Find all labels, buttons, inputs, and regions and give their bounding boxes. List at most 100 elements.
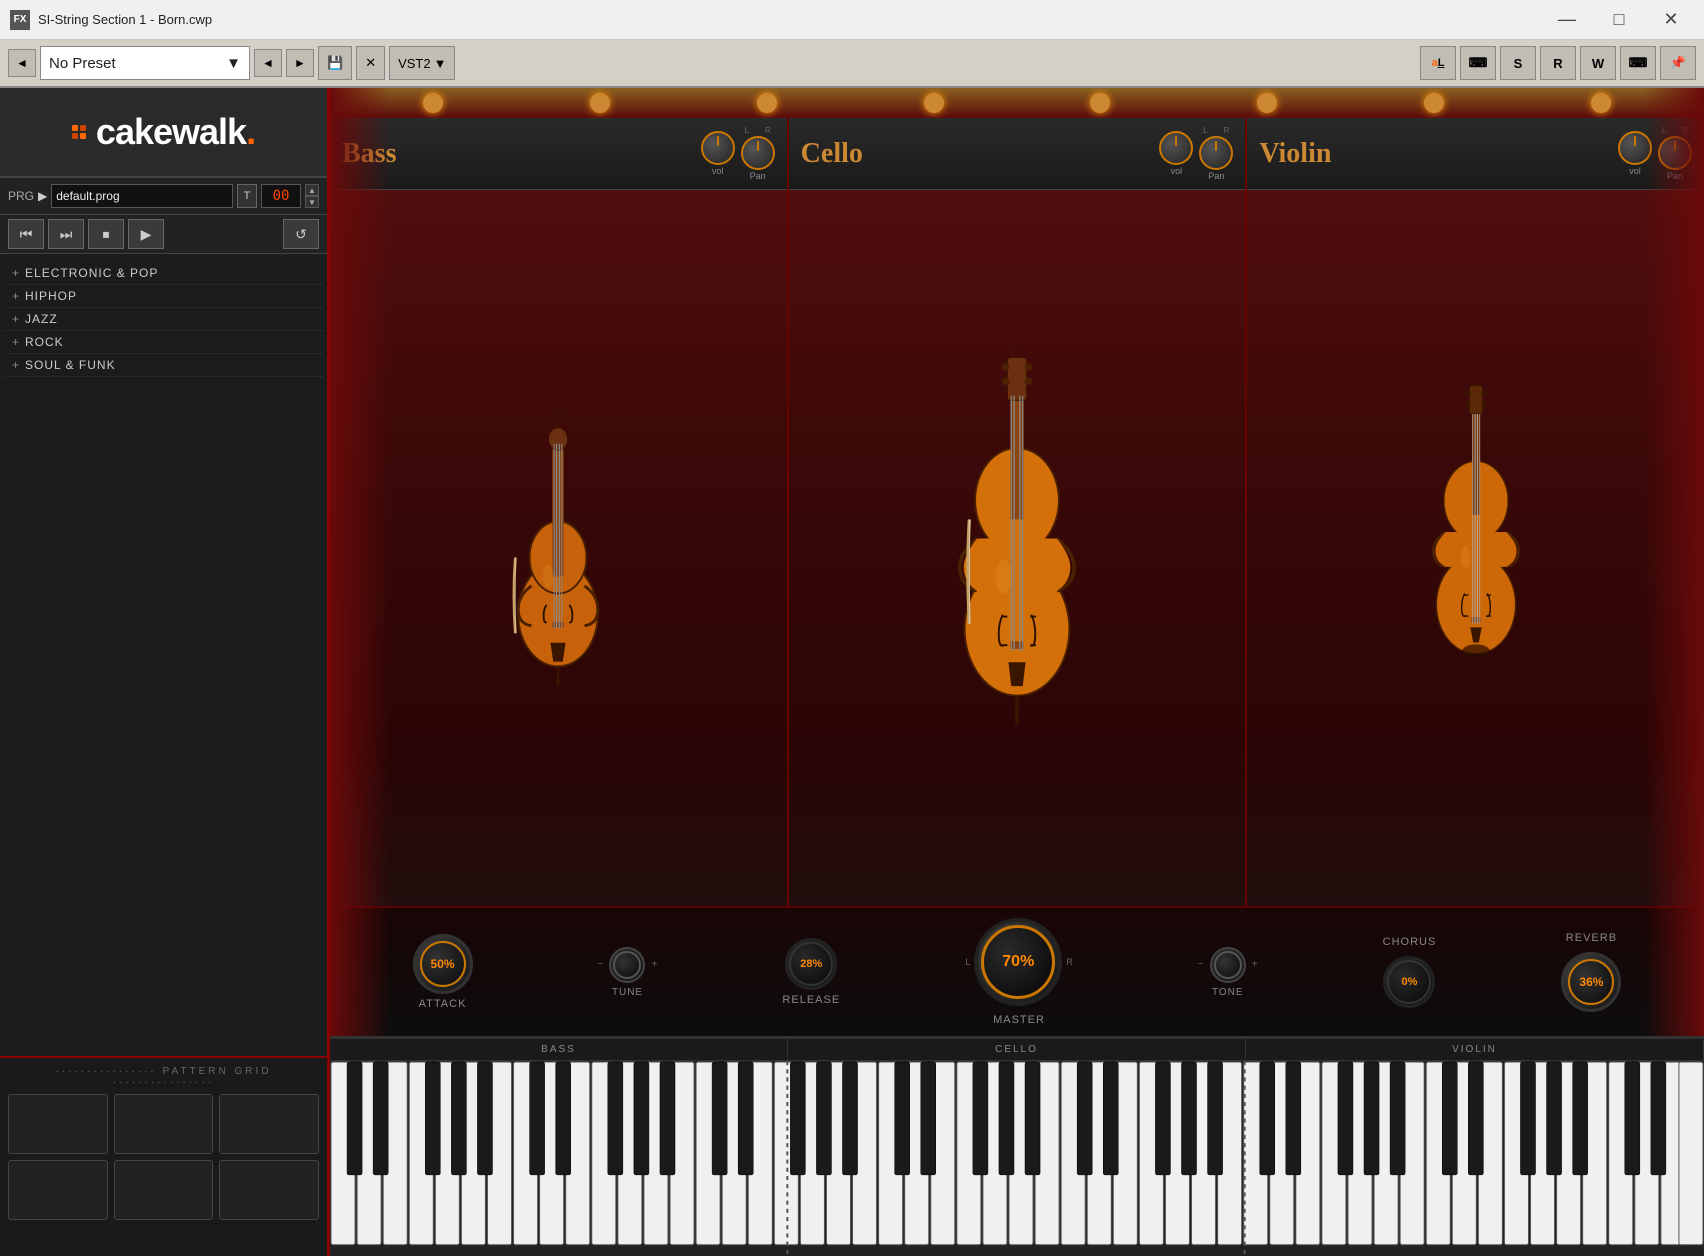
tune-label: TUNE (612, 987, 643, 998)
release-control: 28% RELEASE (782, 938, 840, 1006)
stage-background: Bass vol LR Pan (330, 88, 1704, 1036)
al-button[interactable]: aL (1420, 46, 1456, 80)
category-soul-funk[interactable]: + SOUL & FUNK (4, 354, 323, 377)
prog-spin-up[interactable]: ▲ (305, 184, 319, 196)
transport-play[interactable]: ▶ (128, 219, 164, 249)
tone-control: − + TONE (1198, 947, 1258, 998)
close-button[interactable]: ✕ (1648, 5, 1694, 35)
chorus-knob[interactable]: 0% (1383, 956, 1435, 1008)
category-electronic-pop[interactable]: + ELECTRONIC & POP (4, 262, 323, 285)
tone-row: − + (1198, 947, 1258, 983)
bass-vol-knob[interactable] (701, 131, 735, 165)
prog-t-button[interactable]: T (237, 184, 257, 208)
pattern-grid-title: ················ PATTERN GRID ··········… (8, 1066, 319, 1088)
prog-counter-value: 00 (273, 188, 290, 204)
pattern-btn-6[interactable] (219, 1160, 319, 1220)
minimize-button[interactable]: — (1544, 5, 1590, 35)
save-preset-button[interactable]: 💾 (318, 46, 352, 80)
transport-loop[interactable]: ↺ (283, 219, 319, 249)
prog-file-input[interactable] (51, 184, 233, 208)
vst2-label: VST2 (398, 56, 431, 71)
tone-plus: + (1252, 959, 1258, 970)
logo-dot: . (246, 111, 255, 152)
category-expand-icon: + (12, 312, 19, 326)
category-label: HIPHOP (25, 289, 77, 303)
s-button[interactable]: S (1500, 46, 1536, 80)
bass-keyboard-label: BASS (330, 1039, 788, 1060)
main-content: cakewalk. PRG ▶ T 00 ▲ ▼ ⏮ ⏭ ⏹ ▶ ↺ (0, 88, 1704, 1256)
reverb-label: REVERB (1566, 932, 1617, 944)
prog-row: PRG ▶ T 00 ▲ ▼ (0, 178, 327, 215)
w-button[interactable]: W (1580, 46, 1616, 80)
cello-vol-knob[interactable] (1159, 131, 1193, 165)
toolbar: ◄ No Preset ▼ ◄ ► 💾 ✕ VST2 ▼ aL ⌨ S R W … (0, 40, 1704, 88)
tone-label: TONE (1212, 987, 1244, 998)
cakewalk-logo: cakewalk. (0, 88, 327, 178)
pattern-btn-1[interactable] (8, 1094, 108, 1154)
release-value: 28% (800, 958, 822, 970)
pattern-grid: ················ PATTERN GRID ··········… (0, 1056, 327, 1256)
piano-keyboard[interactable] (330, 1061, 1704, 1256)
bottom-controls: 50% ATTACK − + TUNE (330, 906, 1704, 1036)
cello-header: Cello vol LR Pan (789, 118, 1246, 190)
pattern-btn-5[interactable] (114, 1160, 214, 1220)
transport-row: ⏮ ⏭ ⏹ ▶ ↺ (0, 215, 327, 254)
tune-plus: + (651, 959, 657, 970)
tone-knob[interactable] (1210, 947, 1246, 983)
r-button[interactable]: R (1540, 46, 1576, 80)
window-controls: — □ ✕ (1544, 5, 1694, 35)
piano-area: BASS CELLO VIOLIN (330, 1036, 1704, 1256)
title-bar: FX SI-String Section 1 - Born.cwp — □ ✕ (0, 0, 1704, 40)
release-knob[interactable]: 28% (785, 938, 837, 990)
cello-section: Cello vol LR Pan (789, 118, 1248, 906)
preset-prev[interactable]: ◄ (254, 49, 282, 77)
cancel-button[interactable]: ✕ (356, 46, 385, 80)
release-label: RELEASE (782, 994, 840, 1006)
maximize-button[interactable]: □ (1596, 5, 1642, 35)
pin-button[interactable]: 📌 (1660, 46, 1696, 80)
pattern-btn-3[interactable] (219, 1094, 319, 1154)
category-rock[interactable]: + ROCK (4, 331, 323, 354)
stage-light (924, 93, 944, 113)
category-label: ELECTRONIC & POP (25, 266, 158, 280)
chorus-label: CHORUS (1383, 936, 1437, 948)
pattern-btn-4[interactable] (8, 1160, 108, 1220)
category-expand-icon: + (12, 335, 19, 349)
stage-light (1257, 93, 1277, 113)
master-lr: L 70% R (965, 918, 1073, 1006)
reverb-knob[interactable]: 36% (1561, 952, 1621, 1012)
preset-dropdown[interactable]: No Preset ▼ (40, 46, 250, 80)
pattern-btn-2[interactable] (114, 1094, 214, 1154)
category-hiphop[interactable]: + HIPHOP (4, 285, 323, 308)
bass-header: Bass vol LR Pan (330, 118, 787, 190)
attack-value: 50% (431, 957, 455, 971)
toolbar-nav-left[interactable]: ◄ (8, 49, 36, 77)
tune-control: − + TUNE (598, 947, 658, 998)
bass-pan-knob[interactable] (741, 136, 775, 170)
cello-pan-knob[interactable] (1199, 136, 1233, 170)
keyboard2-button[interactable]: ⌨ (1620, 46, 1656, 80)
transport-stop[interactable]: ⏹ (88, 219, 124, 249)
master-knob[interactable]: 70% (974, 918, 1062, 1006)
stage-light (590, 93, 610, 113)
violin-image-area (1421, 190, 1531, 906)
violin-name: Violin (1259, 138, 1331, 170)
preset-value: No Preset (49, 55, 226, 72)
transport-forward[interactable]: ⏭ (48, 219, 84, 249)
tune-knob[interactable] (609, 947, 645, 983)
category-expand-icon: + (12, 266, 19, 280)
transport-rewind[interactable]: ⏮ (8, 219, 44, 249)
keyboard-button[interactable]: ⌨ (1460, 46, 1496, 80)
vst2-button[interactable]: VST2 ▼ (389, 46, 455, 80)
category-label: ROCK (25, 335, 64, 349)
reverb-control: REVERB 36% (1561, 932, 1621, 1012)
violin-pan-knob[interactable] (1658, 136, 1692, 170)
preset-next[interactable]: ► (286, 49, 314, 77)
violin-vol-knob[interactable] (1618, 131, 1652, 165)
prog-spin-down[interactable]: ▼ (305, 196, 319, 208)
cello-keyboard-label: CELLO (788, 1039, 1246, 1060)
category-jazz[interactable]: + JAZZ (4, 308, 323, 331)
stage-lights (330, 88, 1704, 118)
attack-knob[interactable]: 50% (413, 934, 473, 994)
right-panel: Bass vol LR Pan (330, 88, 1704, 1256)
